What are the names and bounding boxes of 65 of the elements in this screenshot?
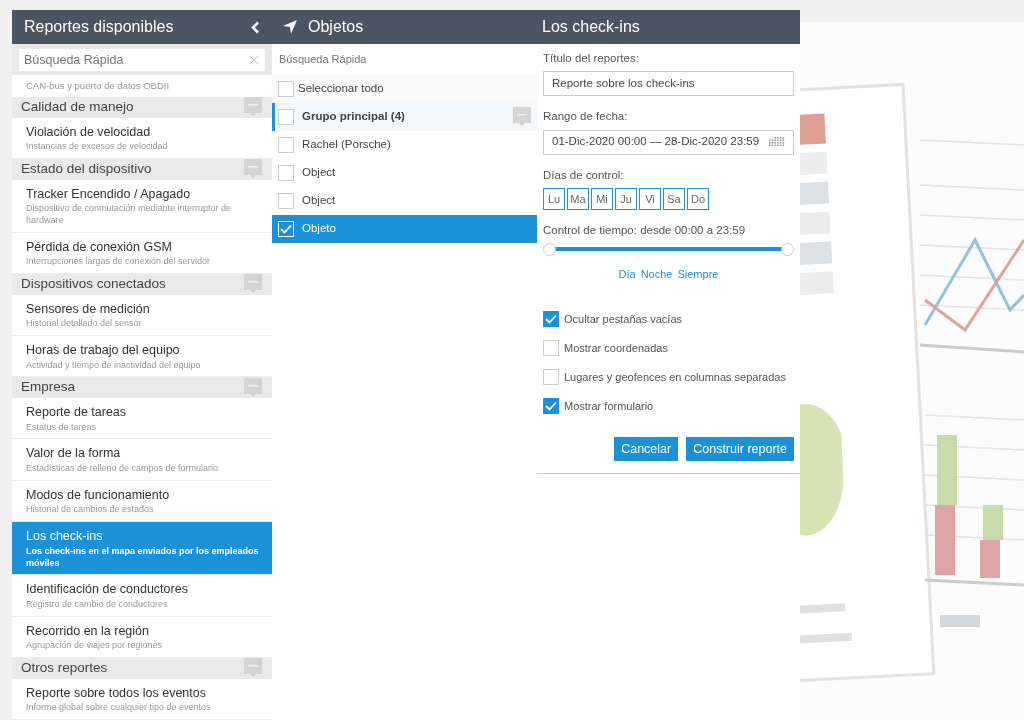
checkbox-label[interactable]: Ocultar pestañas vacías <box>564 310 682 328</box>
report-item[interactable]: Recorrido en la región Agrupación de viajes por regiones <box>12 616 272 659</box>
report-item[interactable]: Violación de velocidad Instancias de excesos de velocidad <box>12 117 272 160</box>
checkbox[interactable] <box>278 80 294 97</box>
slider-handle[interactable] <box>781 243 794 256</box>
report-subtitle: CAN-bus y puerto de datos OBDII <box>26 80 170 91</box>
group-title: Empresa <box>21 378 76 397</box>
panel-title: Los check-ins <box>542 17 640 37</box>
report-item[interactable]: Tracker Encendido / Apagado Dispositivo de conmutación mediante interruptor de hardware <box>12 179 272 233</box>
day-toggle[interactable]: Ma <box>567 187 589 210</box>
collapse-icon[interactable] <box>244 159 262 180</box>
group-title: Calidad de manejo <box>21 98 134 117</box>
panel-title: Reportes disponibles <box>24 17 174 37</box>
report-item[interactable]: Pérdida de conexión GSM Interrupciones largas de conexión del servidor <box>12 232 272 275</box>
checkbox[interactable] <box>543 398 559 414</box>
object-row[interactable]: Rachel (Porsche) <box>272 130 537 159</box>
checkbox[interactable] <box>543 369 559 385</box>
preset-link[interactable]: Día <box>618 266 636 283</box>
report-item[interactable]: Valor de la forma Estadísticas de relleno de campos de formulario <box>12 439 272 481</box>
report-item[interactable]: Sensores de medición Historial detallado del sensor <box>12 294 272 336</box>
collapse-icon[interactable] <box>244 97 262 118</box>
close-icon[interactable] <box>249 55 259 65</box>
text-field[interactable]: Reporte sobre los check-ins <box>543 71 794 97</box>
group-title: Estado del dispositivo <box>21 160 152 179</box>
navigation-arrow-icon <box>282 19 298 35</box>
collapse-icon[interactable] <box>244 658 262 679</box>
checkbox[interactable] <box>278 192 294 209</box>
preset-link[interactable]: Noche <box>640 266 673 283</box>
preset-link[interactable]: Siempre <box>677 266 719 283</box>
checkbox[interactable] <box>278 136 294 153</box>
collapse-icon[interactable] <box>513 106 531 127</box>
day-toggle[interactable]: Vi <box>639 187 661 210</box>
day-toggle[interactable]: Ju <box>615 187 637 210</box>
day-toggle[interactable]: Lu <box>543 187 565 210</box>
day-toggle[interactable]: Sa <box>663 187 685 210</box>
collapse-icon[interactable] <box>244 377 262 398</box>
search-field[interactable]: Búsqueda Rápida <box>19 49 265 71</box>
object-row[interactable]: Object <box>272 186 537 215</box>
chevron-left-icon[interactable] <box>251 20 260 34</box>
calendar-grid-icon[interactable] <box>769 137 785 147</box>
checkbox-label[interactable]: Mostrar formulario <box>564 397 654 415</box>
field-label: Días de control: <box>543 167 625 183</box>
object-row[interactable]: Object <box>272 158 537 187</box>
checkbox[interactable] <box>278 164 294 181</box>
day-toggle[interactable]: Mi <box>591 187 613 210</box>
report-item[interactable]: Horas de trabajo del equipo Actividad y tiempo de inactividad del equipo <box>12 335 272 378</box>
report-item[interactable]: Identificación de conductores Registro de cambio de conductores <box>12 575 272 617</box>
report-item[interactable]: Reporte de tareas Estatus de tareas <box>12 397 272 440</box>
panel-title: Objetos <box>308 17 364 37</box>
date-range-field[interactable]: 01-Dic-2020 00:00 — 28-Dic-2020 23:59 <box>543 129 794 155</box>
day-toggle[interactable]: Do <box>687 187 709 210</box>
report-item[interactable]: Reporte sobre todos los eventos Informe global sobre cualquier tipo de eventos <box>12 678 272 720</box>
checkbox[interactable] <box>543 340 559 356</box>
field-label: Rango de fecha: <box>543 109 629 125</box>
group-title: Otros reportes <box>21 659 108 678</box>
slider-handle[interactable] <box>543 243 556 256</box>
field-label: Título del reportes: <box>543 51 640 66</box>
checkbox[interactable] <box>278 108 294 125</box>
collapse-icon[interactable] <box>244 274 262 295</box>
checkbox-label[interactable]: Lugares y geofences en columnas separadas <box>564 368 786 386</box>
checkbox-label[interactable]: Mostrar coordenadas <box>564 339 668 357</box>
group-title: Dispositivos conectados <box>21 275 166 294</box>
slider-label: Control de tiempo: desde 00:00 a 23:59 <box>543 222 747 238</box>
report-item[interactable]: Modos de funcionamiento Historial de cambios de estados <box>12 480 272 523</box>
checkbox[interactable] <box>543 311 559 327</box>
